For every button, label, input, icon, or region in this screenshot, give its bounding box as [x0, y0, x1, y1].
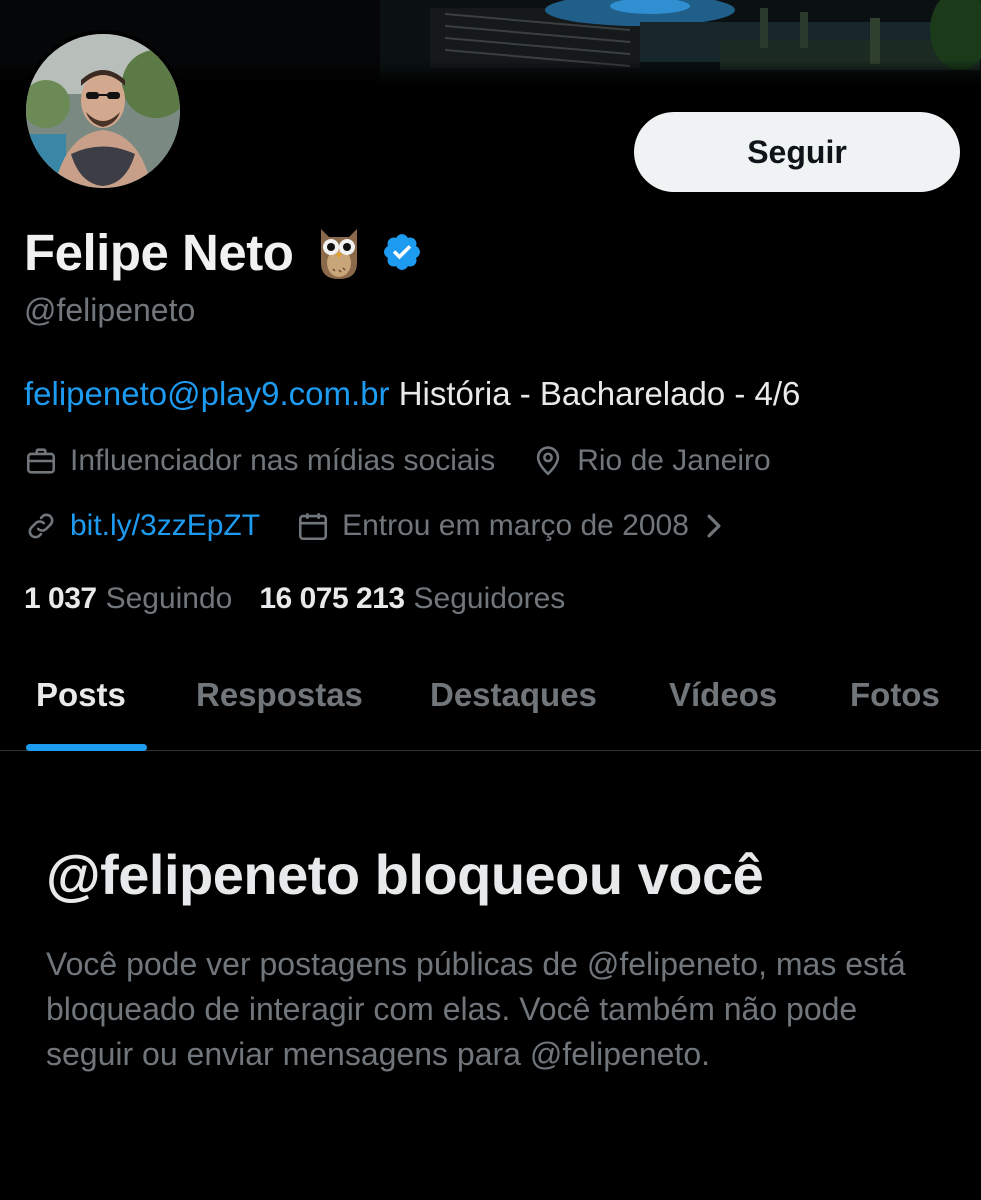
- following-count: 1 037: [24, 582, 97, 615]
- tab-fotos[interactable]: Fotos: [850, 676, 940, 714]
- calendar-icon: [299, 513, 328, 541]
- link-icon: [28, 513, 54, 539]
- followers-stat[interactable]: 16 075 213 Seguidores: [259, 582, 565, 616]
- profile-joined-label: Entrou em março de 2008: [342, 509, 689, 542]
- profile-website[interactable]: bit.ly/3zzEpZT: [24, 509, 260, 543]
- profile-category-label: Influenciador nas mídias sociais: [70, 444, 496, 477]
- bio-text: História - Bacharelado - 4/6: [389, 375, 801, 412]
- chevron-right-icon[interactable]: [703, 513, 725, 539]
- followers-count: 16 075 213: [259, 582, 405, 615]
- tab-posts[interactable]: Posts: [36, 676, 126, 714]
- following-stat[interactable]: 1 037 Seguindo: [24, 582, 232, 616]
- profile-location-label: Rio de Janeiro: [577, 444, 771, 477]
- tab-videos[interactable]: Vídeos: [669, 676, 777, 714]
- profile-bio: felipeneto@play9.com.br História - Bacha…: [24, 375, 800, 413]
- tab-respostas[interactable]: Respostas: [196, 676, 363, 714]
- profile-category: Influenciador nas mídias sociais: [24, 444, 495, 478]
- profile-name-row: Felipe Neto: [24, 222, 423, 282]
- map-pin-icon: [537, 446, 560, 476]
- owl-icon: [315, 223, 363, 281]
- profile-location: Rio de Janeiro: [531, 444, 771, 478]
- avatar[interactable]: [22, 30, 184, 192]
- active-tab-indicator: [26, 744, 147, 751]
- display-name: Felipe Neto: [24, 223, 294, 281]
- briefcase-icon: [26, 448, 56, 474]
- following-label: Seguindo: [105, 582, 233, 615]
- profile-meta-row-1: Influenciador nas mídias sociais Rio de …: [24, 444, 771, 478]
- tab-destaques[interactable]: Destaques: [430, 676, 597, 714]
- profile-stats: 1 037 Seguindo 16 075 213 Seguidores: [24, 582, 565, 616]
- verified-badge-icon[interactable]: [381, 231, 423, 273]
- profile-tabs: Posts Respostas Destaques Vídeos Fotos: [0, 652, 981, 751]
- follow-button[interactable]: Seguir: [634, 112, 960, 192]
- blocked-message: Você pode ver postagens públicas de @fel…: [46, 946, 906, 1072]
- profile-meta-row-2: bit.ly/3zzEpZT Entrou em março de 2008: [24, 509, 737, 543]
- avatar-photo: [26, 34, 180, 188]
- followers-label: Seguidores: [413, 582, 566, 615]
- blocked-title: @felipeneto bloqueou você: [46, 843, 764, 906]
- website-link[interactable]: bit.ly/3zzEpZT: [70, 509, 260, 543]
- profile-joined[interactable]: Entrou em março de 2008: [296, 509, 737, 543]
- profile-handle: @felipeneto: [24, 292, 196, 328]
- bio-email-link[interactable]: felipeneto@play9.com.br: [24, 375, 390, 412]
